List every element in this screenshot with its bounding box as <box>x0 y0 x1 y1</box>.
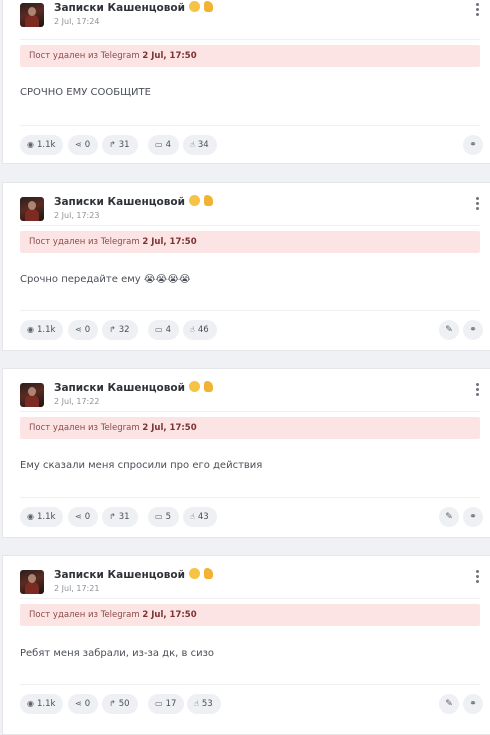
post-text: Ребят меня забрали, из-за дк, в сизо <box>20 648 214 659</box>
thumbs-up-icon: ☝ <box>190 140 195 149</box>
face-emoji-icon <box>188 568 200 579</box>
forwards-chip[interactable]: ↱ 50 <box>102 694 138 714</box>
eye-icon: ◉ <box>27 512 34 521</box>
post-stats: ◉ 1.1k ⋖ 0 ↱ 50 ▭ 17 ☝ 53 ✎ ⚭ <box>20 694 490 714</box>
avatar[interactable] <box>20 197 44 221</box>
comments-icon: ▭ <box>155 699 163 708</box>
more-vertical-icon[interactable] <box>476 570 480 584</box>
eye-icon: ◉ <box>27 325 34 334</box>
pencil-icon[interactable]: ✎ <box>439 507 459 527</box>
more-vertical-icon[interactable] <box>476 383 480 397</box>
views-chip[interactable]: ◉ 1.1k <box>20 507 64 527</box>
forward-icon: ↱ <box>109 699 116 708</box>
reactions-chip[interactable]: ☝ 34 <box>183 135 217 155</box>
divider <box>20 497 480 498</box>
post-text: Срочно передайте ему 😭😭😭😭 <box>20 274 191 285</box>
post-card: Записки Кашенцовой 2 Jul, 17:21 Пост уда… <box>2 555 490 735</box>
thumbs-up-emoji-icon <box>203 568 213 579</box>
post-time[interactable]: 2 Jul, 17:23 <box>54 211 99 220</box>
shares-chip[interactable]: ⋖ 0 <box>68 694 99 714</box>
shares-chip[interactable]: ⋖ 0 <box>68 320 99 340</box>
post-stats: ◉ 1.1k ⋖ 0 ↱ 31 ▭ 5 ☝ 43 ✎ ⚭ <box>20 507 490 527</box>
avatar[interactable] <box>20 383 44 407</box>
thumbs-up-emoji-icon <box>203 1 213 12</box>
divider <box>20 411 480 412</box>
comments-chip[interactable]: ▭ 5 <box>148 507 179 527</box>
forward-icon: ↱ <box>109 512 116 521</box>
thumbs-up-icon: ☝ <box>194 699 199 708</box>
forward-icon: ↱ <box>109 140 116 149</box>
deleted-notice: Пост удален из Telegram 2 Jul, 17:50 <box>20 231 480 253</box>
face-emoji-icon <box>188 1 200 12</box>
channel-name[interactable]: Записки Кашенцовой <box>54 195 213 208</box>
deleted-notice: Пост удален из Telegram 2 Jul, 17:50 <box>20 604 480 626</box>
reactions-chip[interactable]: ☝ 46 <box>183 320 217 340</box>
shares-chip[interactable]: ⋖ 0 <box>68 507 99 527</box>
views-chip[interactable]: ◉ 1.1k <box>20 320 64 340</box>
forwards-chip[interactable]: ↱ 31 <box>102 507 138 527</box>
share-icon: ⋖ <box>75 325 82 334</box>
comments-chip[interactable]: ▭ 17 <box>148 694 185 714</box>
comments-icon: ▭ <box>155 140 163 149</box>
reactions-chip[interactable]: ☝ 53 <box>187 694 221 714</box>
post-time[interactable]: 2 Jul, 17:24 <box>54 17 99 26</box>
share-icon: ⋖ <box>75 512 82 521</box>
channel-name[interactable]: Записки Кашенцовой <box>54 1 213 14</box>
comments-chip[interactable]: ▭ 4 <box>148 320 179 340</box>
forward-icon: ↱ <box>109 325 116 334</box>
share-icon: ⋖ <box>75 699 82 708</box>
link-icon[interactable]: ⚭ <box>463 320 483 340</box>
more-vertical-icon[interactable] <box>476 197 480 211</box>
channel-name[interactable]: Записки Кашенцовой <box>54 568 213 581</box>
comments-icon: ▭ <box>155 512 163 521</box>
views-chip[interactable]: ◉ 1.1k <box>20 694 64 714</box>
thumbs-up-emoji-icon <box>203 195 213 206</box>
channel-name[interactable]: Записки Кашенцовой <box>54 381 213 394</box>
thumbs-up-icon: ☝ <box>190 512 195 521</box>
divider <box>20 125 480 126</box>
pencil-icon[interactable]: ✎ <box>439 694 459 714</box>
thumbs-up-emoji-icon <box>203 381 213 392</box>
divider <box>20 684 480 685</box>
post-text: СРОЧНО ЕМУ СООБЩИТЕ <box>20 87 151 98</box>
views-chip[interactable]: ◉ 1.1k <box>20 135 64 155</box>
link-icon[interactable]: ⚭ <box>463 135 483 155</box>
link-icon[interactable]: ⚭ <box>463 507 483 527</box>
divider <box>20 598 480 599</box>
post-card: Записки Кашенцовой 2 Jul, 17:23 Пост уда… <box>2 182 490 351</box>
divider <box>20 310 480 311</box>
deleted-notice: Пост удален из Telegram 2 Jul, 17:50 <box>20 45 480 67</box>
comments-icon: ▭ <box>155 325 163 334</box>
post-header: Записки Кашенцовой 2 Jul, 17:24 <box>20 1 490 35</box>
reactions-chip[interactable]: ☝ 43 <box>183 507 217 527</box>
divider <box>20 39 480 40</box>
post-stats: ◉ 1.1k ⋖ 0 ↱ 32 ▭ 4 ☝ 46 ✎ ⚭ <box>20 320 490 340</box>
post-card: Записки Кашенцовой 2 Jul, 17:24 Пост уда… <box>2 0 490 164</box>
eye-icon: ◉ <box>27 699 34 708</box>
post-time[interactable]: 2 Jul, 17:21 <box>54 584 99 593</box>
more-vertical-icon[interactable] <box>476 3 480 17</box>
post-time[interactable]: 2 Jul, 17:22 <box>54 397 99 406</box>
avatar[interactable] <box>20 3 44 27</box>
forwards-chip[interactable]: ↱ 32 <box>102 320 138 340</box>
post-card: Записки Кашенцовой 2 Jul, 17:22 Пост уда… <box>2 368 490 538</box>
shares-chip[interactable]: ⋖ 0 <box>68 135 99 155</box>
link-icon[interactable]: ⚭ <box>463 694 483 714</box>
eye-icon: ◉ <box>27 140 34 149</box>
post-stats: ◉ 1.1k ⋖ 0 ↱ 31 ▭ 4 ☝ 34 ⚭ <box>20 135 490 155</box>
avatar[interactable] <box>20 570 44 594</box>
forwards-chip[interactable]: ↱ 31 <box>102 135 138 155</box>
thumbs-up-icon: ☝ <box>190 325 195 334</box>
comments-chip[interactable]: ▭ 4 <box>148 135 179 155</box>
pencil-icon[interactable]: ✎ <box>439 320 459 340</box>
deleted-notice: Пост удален из Telegram 2 Jul, 17:50 <box>20 417 480 439</box>
face-emoji-icon <box>188 381 200 392</box>
post-text: Ему сказали меня спросили про его действ… <box>20 460 263 471</box>
share-icon: ⋖ <box>75 140 82 149</box>
face-emoji-icon <box>188 195 200 206</box>
divider <box>20 225 480 226</box>
